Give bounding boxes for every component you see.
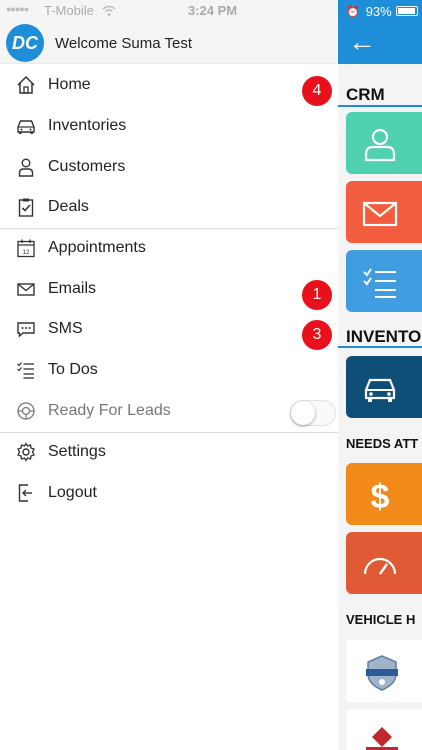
- chat-bubble-icon: [17, 322, 35, 338]
- section-title-needs-attention: NEEDS ATT: [346, 436, 419, 451]
- section-title-crm: CRM: [346, 85, 385, 104]
- wifi-icon: [102, 5, 116, 16]
- menu-item-appointments[interactable]: 12 Appointments: [0, 228, 338, 268]
- buyback-badge-icon: [366, 655, 398, 691]
- section-divider: [338, 105, 422, 107]
- person-icon: [364, 128, 396, 162]
- battery-percent: 93%: [365, 3, 392, 19]
- menu-item-ready-for-leads: Ready For Leads: [0, 391, 338, 431]
- menu-item-logout[interactable]: Logout: [0, 473, 338, 513]
- menu-label-logout: Logout: [48, 484, 97, 501]
- navigation-drawer: ●●●●● T-Mobile 3:24 PM DC Welcome Suma T…: [0, 0, 338, 750]
- avatar[interactable]: DC: [6, 24, 44, 62]
- menu-label-inventories: Inventories: [48, 117, 127, 134]
- svg-text:$: $: [371, 478, 390, 515]
- alarm-icon: ⏰: [346, 5, 360, 18]
- emails-notification-badge: 1: [302, 280, 332, 310]
- inventory-tile[interactable]: [346, 356, 422, 418]
- menu-label-todos: To Dos: [48, 361, 98, 378]
- menu-label-ready-for-leads: Ready For Leads: [48, 402, 171, 419]
- car-icon: [17, 120, 35, 134]
- section-divider: [338, 346, 422, 348]
- menu-label-appointments: Appointments: [48, 239, 146, 256]
- report-logo-tile[interactable]: [346, 709, 422, 750]
- carrier-label: T-Mobile: [44, 3, 94, 18]
- clipboard-check-icon: [18, 198, 34, 217]
- section-title-vehicle-history: VEHICLE H: [346, 612, 416, 627]
- car-icon: [364, 378, 396, 402]
- menu-item-emails[interactable]: Emails: [0, 269, 338, 309]
- crm-todos-tile[interactable]: [346, 250, 422, 312]
- menu-label-customers: Customers: [48, 158, 126, 175]
- checklist-icon: [363, 268, 396, 298]
- menu-item-settings[interactable]: Settings: [0, 432, 338, 472]
- menu-label-emails: Emails: [48, 280, 97, 297]
- menu-label-home: Home: [48, 76, 91, 93]
- gear-icon: [17, 442, 35, 462]
- dashboard-nav-bar: ←: [338, 22, 422, 64]
- report-logo-icon: [366, 727, 398, 750]
- buyback-guarantee-tile[interactable]: [346, 640, 422, 702]
- menu-item-deals[interactable]: Deals: [0, 187, 338, 227]
- crm-emails-tile[interactable]: [346, 181, 422, 243]
- toggle-knob: [291, 401, 315, 425]
- battery-icon: [395, 6, 418, 16]
- menu-label-sms: SMS: [48, 320, 83, 337]
- person-icon: [18, 158, 34, 177]
- right-status-bar: ⏰ 93%: [338, 0, 422, 22]
- svg-text:12: 12: [22, 249, 30, 256]
- logout-icon: [18, 484, 32, 502]
- back-arrow-icon[interactable]: ←: [348, 27, 376, 57]
- needs-attention-price-tile[interactable]: $: [346, 463, 422, 525]
- home-notification-badge: 4: [302, 76, 332, 106]
- speedometer-icon: [363, 557, 397, 575]
- checklist-icon: [17, 362, 34, 379]
- status-time: 3:24 PM: [188, 3, 238, 18]
- menu-item-customers[interactable]: Customers: [0, 147, 338, 187]
- drawer-header: DC Welcome Suma Test: [0, 22, 338, 64]
- envelope-icon: [17, 283, 35, 296]
- steering-wheel-icon: [17, 402, 35, 420]
- menu-item-home[interactable]: Home: [0, 65, 338, 105]
- home-icon: [17, 75, 35, 94]
- needs-attention-gauge-tile[interactable]: [346, 532, 422, 594]
- welcome-text: Welcome Suma Test: [55, 35, 192, 52]
- signal-strength-icon: ●●●●●: [6, 4, 29, 14]
- menu-item-sms[interactable]: SMS: [0, 309, 338, 349]
- dollar-icon: $: [371, 478, 390, 515]
- status-bar: ●●●●● T-Mobile 3:24 PM: [0, 0, 338, 22]
- crm-customers-tile[interactable]: [346, 112, 422, 174]
- menu-label-deals: Deals: [48, 198, 89, 215]
- section-title-inventory: INVENTO: [346, 327, 422, 346]
- menu-item-todos[interactable]: To Dos: [0, 350, 338, 390]
- menu-item-inventories[interactable]: Inventories: [0, 106, 338, 146]
- envelope-icon: [362, 201, 398, 227]
- calendar-icon: 12: [17, 239, 35, 258]
- ready-for-leads-toggle[interactable]: [290, 400, 336, 426]
- background-dashboard: ⏰ 93% ← CRM INVENTO NEEDS ATT $ VEHICLE …: [338, 0, 422, 750]
- sms-notification-badge: 3: [302, 320, 332, 350]
- menu-label-settings: Settings: [48, 443, 106, 460]
